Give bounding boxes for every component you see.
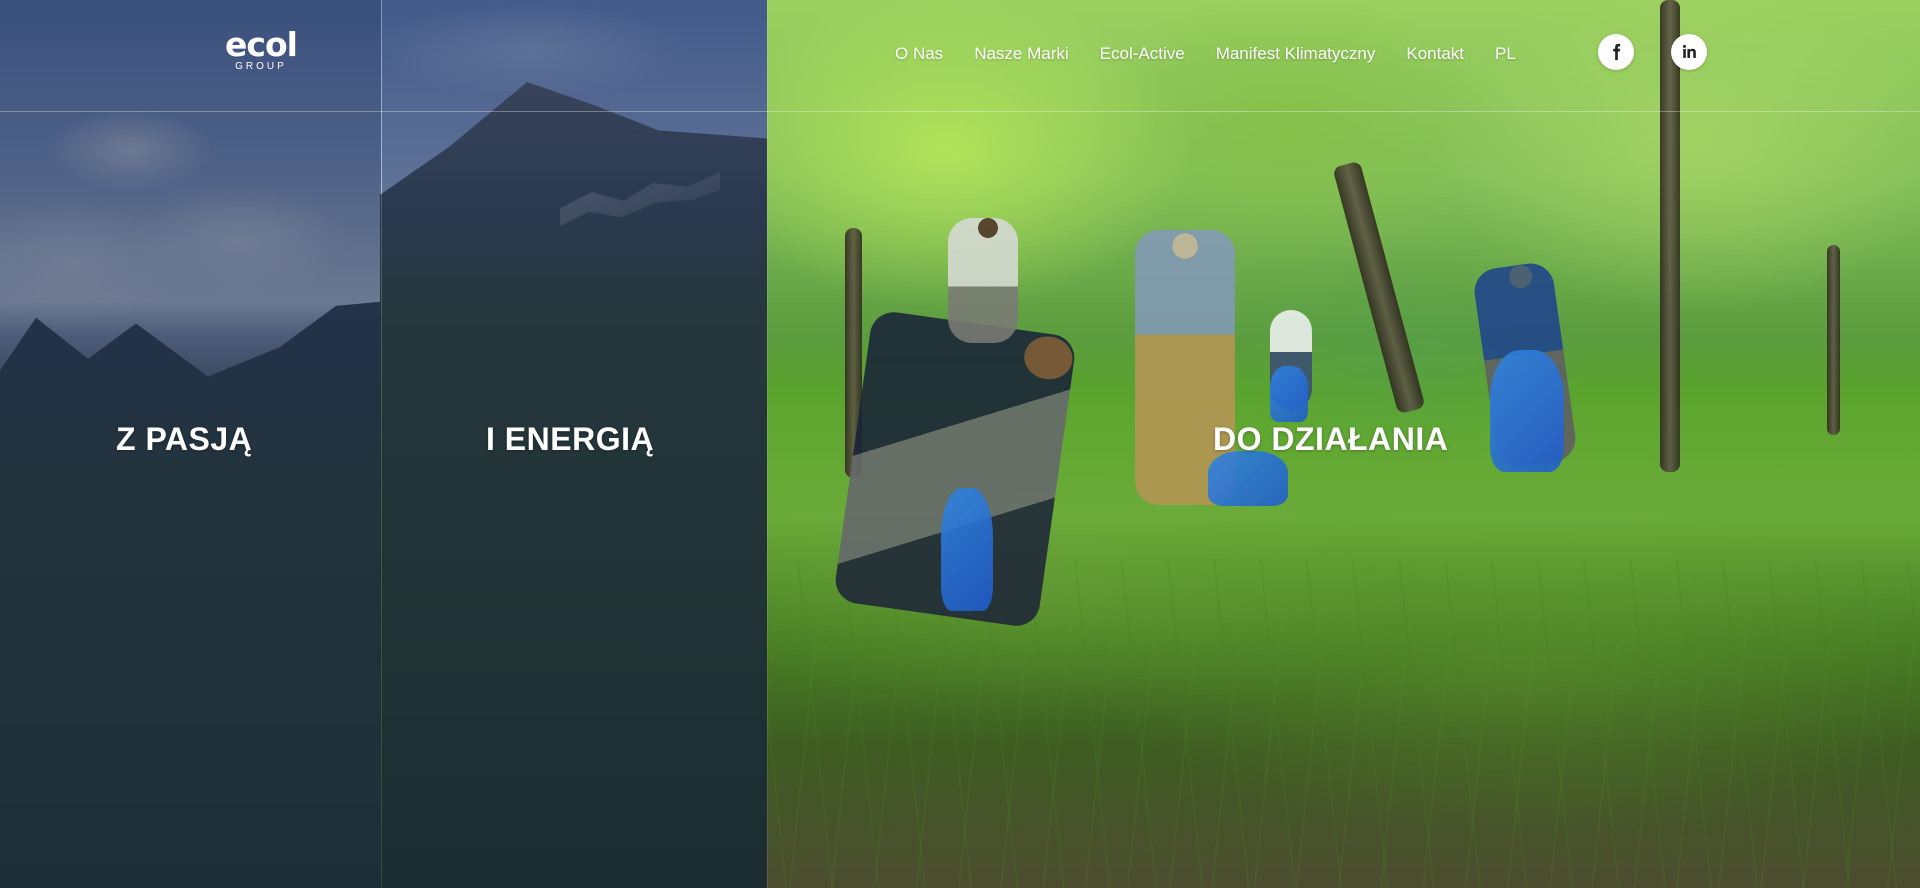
collection-bag [1490,350,1564,472]
nav-link-brands[interactable]: Nasze Marki [974,42,1068,66]
nav-link-ecol-active[interactable]: Ecol-Active [1100,42,1185,66]
hero-label-passion: Z PASJĄ [116,421,253,457]
logo-wordmark: ecol [225,25,298,64]
volunteer-person [948,218,1018,343]
hero-label-energy: I ENERGIĄ [486,421,655,457]
logo-link[interactable]: ecol GROUP [210,28,312,74]
linkedin-icon [1683,44,1696,58]
hero-label-action: DO DZIAŁANIA [1213,421,1449,457]
header-divider [0,111,1920,112]
panel-divider [767,0,768,888]
facebook-button[interactable] [1598,34,1634,70]
homepage: ecol GROUP O Nas Nasze Marki Ecol-Active… [0,0,1920,888]
language-selector[interactable]: PL [1495,42,1516,66]
main-navigation: O Nas Nasze Marki Ecol-Active Manifest K… [895,42,1516,66]
collection-bag [1270,366,1308,422]
facebook-icon [1613,43,1621,61]
tree-trunk [1827,245,1840,435]
linkedin-button[interactable] [1671,34,1707,70]
panel-divider [381,0,382,888]
nav-link-about[interactable]: O Nas [895,42,943,66]
nav-link-contact[interactable]: Kontakt [1406,42,1464,66]
tree-trunk [1660,0,1680,472]
collection-bag [1208,451,1288,506]
collection-bag [941,488,993,611]
nav-link-climate-manifest[interactable]: Manifest Klimatyczny [1216,42,1376,66]
